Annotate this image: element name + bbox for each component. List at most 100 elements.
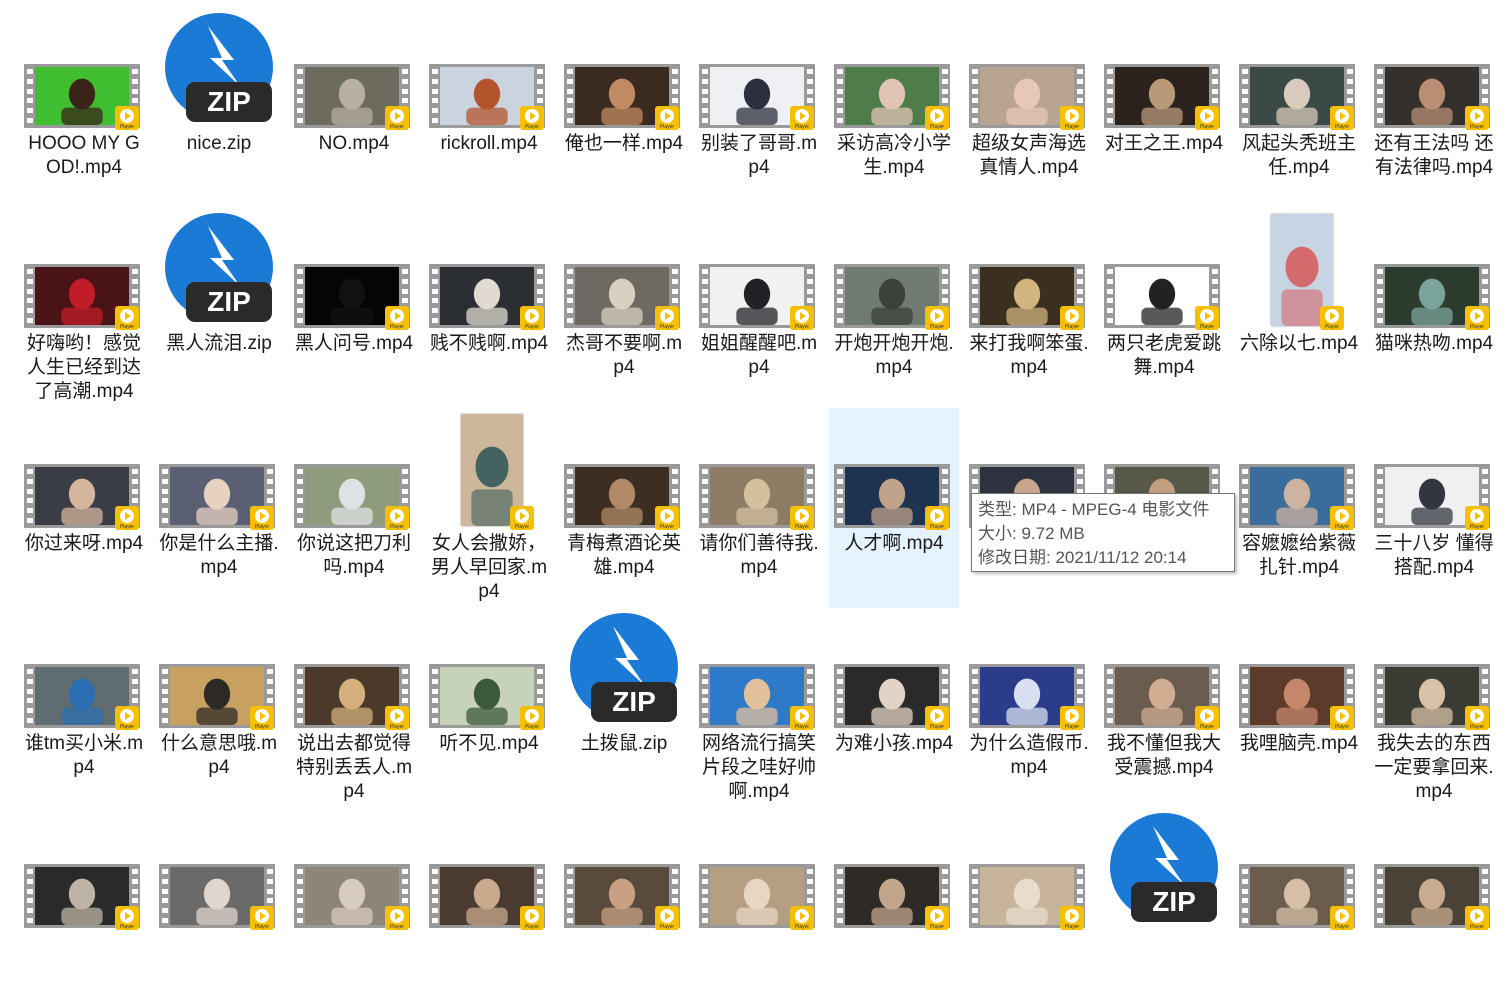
video-file[interactable]: Player 猫咪热吻.mp4 [1369,208,1499,408]
player-badge-icon: Player [1465,506,1489,530]
video-file[interactable]: Player 开炮开炮开炮.mp4 [829,208,959,408]
video-file[interactable]: Player [154,808,284,1008]
zip-file[interactable]: ZIP [1099,808,1229,1008]
video-file[interactable]: Player 听不见.mp4 [424,608,554,808]
video-file[interactable]: Player 为难小孩.mp4 [829,608,959,808]
player-badge-icon: Player [1060,306,1084,330]
file-name-label: 你过来呀.mp4 [24,533,144,554]
video-file[interactable]: Player 好嗨哟！感觉人生已经到达了高潮.mp4 [19,208,149,408]
player-badge-icon: Player [520,306,544,330]
zip-icon: ZIP [569,612,679,731]
video-file[interactable]: Player [559,808,689,1008]
video-file[interactable]: Player 我哩脑壳.mp4 [1234,608,1364,808]
video-file[interactable]: Player 你说这把刀利吗.mp4 [289,408,419,608]
svg-text:ZIP: ZIP [1152,886,1196,917]
file-name-label: 六除以七.mp4 [1239,333,1359,354]
file-name-label: HOOO MY GOD!.mp4 [28,133,140,178]
video-file[interactable]: Player 我失去的东西一定要拿回来.mp4 [1369,608,1499,808]
file-name-label: 你是什么主播.mp4 [159,533,279,578]
player-badge-icon: Player [1330,506,1354,530]
video-file[interactable]: Player [1369,808,1499,1008]
video-file[interactable]: Player 你过来呀.mp4 [19,408,149,608]
zip-file[interactable]: ZIP 土拨鼠.zip [559,608,689,808]
video-file[interactable]: Player 三十八岁 懂得搭配.mp4 [1369,408,1499,608]
video-file[interactable]: Player rickroll.mp4 [424,8,554,208]
player-badge-icon: Player [1195,706,1219,730]
tooltip-type: 类型: MP4 - MPEG-4 电影文件 [978,500,1210,519]
video-file[interactable]: Player 谁tm买小米.mp4 [19,608,149,808]
video-file[interactable]: Player 姐姐醒醒吧.mp4 [694,208,824,408]
video-file[interactable]: Player 两只老虎爱跳舞.mp4 [1099,208,1229,408]
video-file[interactable]: Player 黑人问号.mp4 [289,208,419,408]
file-name-label: 谁tm买小米.mp4 [24,733,144,778]
file-grid: Player HOOO MY GOD!.mp4 ZIP nice.zip Player N… [0,0,1511,930]
player-badge-icon: Player [925,106,949,130]
video-file[interactable]: Player 女人会撒娇，男人早回家.mp4 [424,408,554,608]
video-file[interactable]: Player [1234,808,1364,1008]
player-badge-icon: Player [250,706,274,730]
file-name-label: 两只老虎爱跳舞.mp4 [1106,333,1221,378]
video-file[interactable]: Player 请你们善待我.mp4 [694,408,824,608]
video-file[interactable]: Player 杰哥不要啊.mp4 [559,208,689,408]
video-file[interactable]: Player 对王之王.mp4 [1099,8,1229,208]
video-file[interactable]: Player [964,808,1094,1008]
player-badge-icon: Player [520,106,544,130]
video-file[interactable]: Player 我不懂但我大受震撼.mp4 [1099,608,1229,808]
video-file[interactable]: Player 说出去都觉得特别丢丢人.mp4 [289,608,419,808]
player-badge-icon: Player [1465,706,1489,730]
player-badge-icon: Player [1060,106,1084,130]
video-file[interactable]: Player 别装了哥哥.mp4 [694,8,824,208]
player-badge-icon: Player [250,906,274,930]
file-name-label: 网络流行搞笑片段之哇好帅啊.mp4 [701,733,816,802]
video-file[interactable]: Player 六除以七.mp4 [1234,208,1364,408]
file-name-label: 猫咪热吻.mp4 [1374,333,1494,354]
player-badge-icon: Player [115,506,139,530]
video-file[interactable]: Player 你是什么主播.mp4 [154,408,284,608]
player-badge-icon: Player [925,306,949,330]
file-name-label: 好嗨哟！感觉人生已经到达了高潮.mp4 [26,333,141,402]
file-name-label: 青梅煮酒论英雄.mp4 [566,533,681,578]
video-file[interactable]: Player 采访高冷小学生.mp4 [829,8,959,208]
player-badge-icon: Player [520,706,544,730]
video-file[interactable]: Player 网络流行搞笑片段之哇好帅啊.mp4 [694,608,824,808]
video-file[interactable]: Player 人才啊.mp4 [829,408,959,608]
video-file[interactable]: Player NO.mp4 [289,8,419,208]
video-file[interactable]: Player 还有王法吗 还有法律吗.mp4 [1369,8,1499,208]
video-file[interactable]: Player 为什么造假币.mp4 [964,608,1094,808]
video-file[interactable]: Player 贱不贱啊.mp4 [424,208,554,408]
video-file[interactable]: Player [829,808,959,1008]
video-file[interactable]: Player 风起头秃班主任.mp4 [1234,8,1364,208]
player-badge-icon: Player [385,906,409,930]
video-file[interactable]: Player 来打我啊笨蛋.mp4 [964,208,1094,408]
video-file[interactable]: Player HOOO MY GOD!.mp4 [19,8,149,208]
file-name-label: 超级女声海选真情人.mp4 [971,133,1086,178]
video-file[interactable]: Player [19,808,149,1008]
player-badge-icon: Player [385,106,409,130]
video-file[interactable]: Player 俺也一样.mp4 [559,8,689,208]
file-name-label: 黑人问号.mp4 [294,333,414,354]
file-name-label: 俺也一样.mp4 [564,133,684,154]
video-file[interactable]: Player 超级女声海选真情人.mp4 [964,8,1094,208]
player-badge-icon: Player [520,906,544,930]
video-file[interactable]: Player 什么意思哦.mp4 [154,608,284,808]
file-name-label: 我哩脑壳.mp4 [1239,733,1359,754]
zip-file[interactable]: ZIP 黑人流泪.zip [154,208,284,408]
player-badge-icon: Player [655,906,679,930]
video-file[interactable]: Player [424,808,554,1008]
player-badge-icon: Player [1330,106,1354,130]
player-badge-icon: Player [115,906,139,930]
file-name-label: NO.mp4 [318,133,390,154]
player-badge-icon: Player [115,106,139,130]
video-file[interactable]: Player [289,808,419,1008]
file-name-label: 请你们善待我.mp4 [699,533,819,578]
video-file[interactable]: Player 青梅煮酒论英雄.mp4 [559,408,689,608]
zip-file[interactable]: ZIP nice.zip [154,8,284,208]
player-badge-icon: Player [1195,106,1219,130]
player-badge-icon: Player [790,506,814,530]
player-badge-icon: Player [790,706,814,730]
player-badge-icon: Player [655,506,679,530]
video-file[interactable]: Player [694,808,824,1008]
tooltip-modified: 修改日期: 2021/11/12 20:14 [978,548,1187,567]
zip-icon: ZIP [1109,812,1219,931]
video-file[interactable]: Player 容嬷嬷给紫薇扎针.mp4 [1234,408,1364,608]
